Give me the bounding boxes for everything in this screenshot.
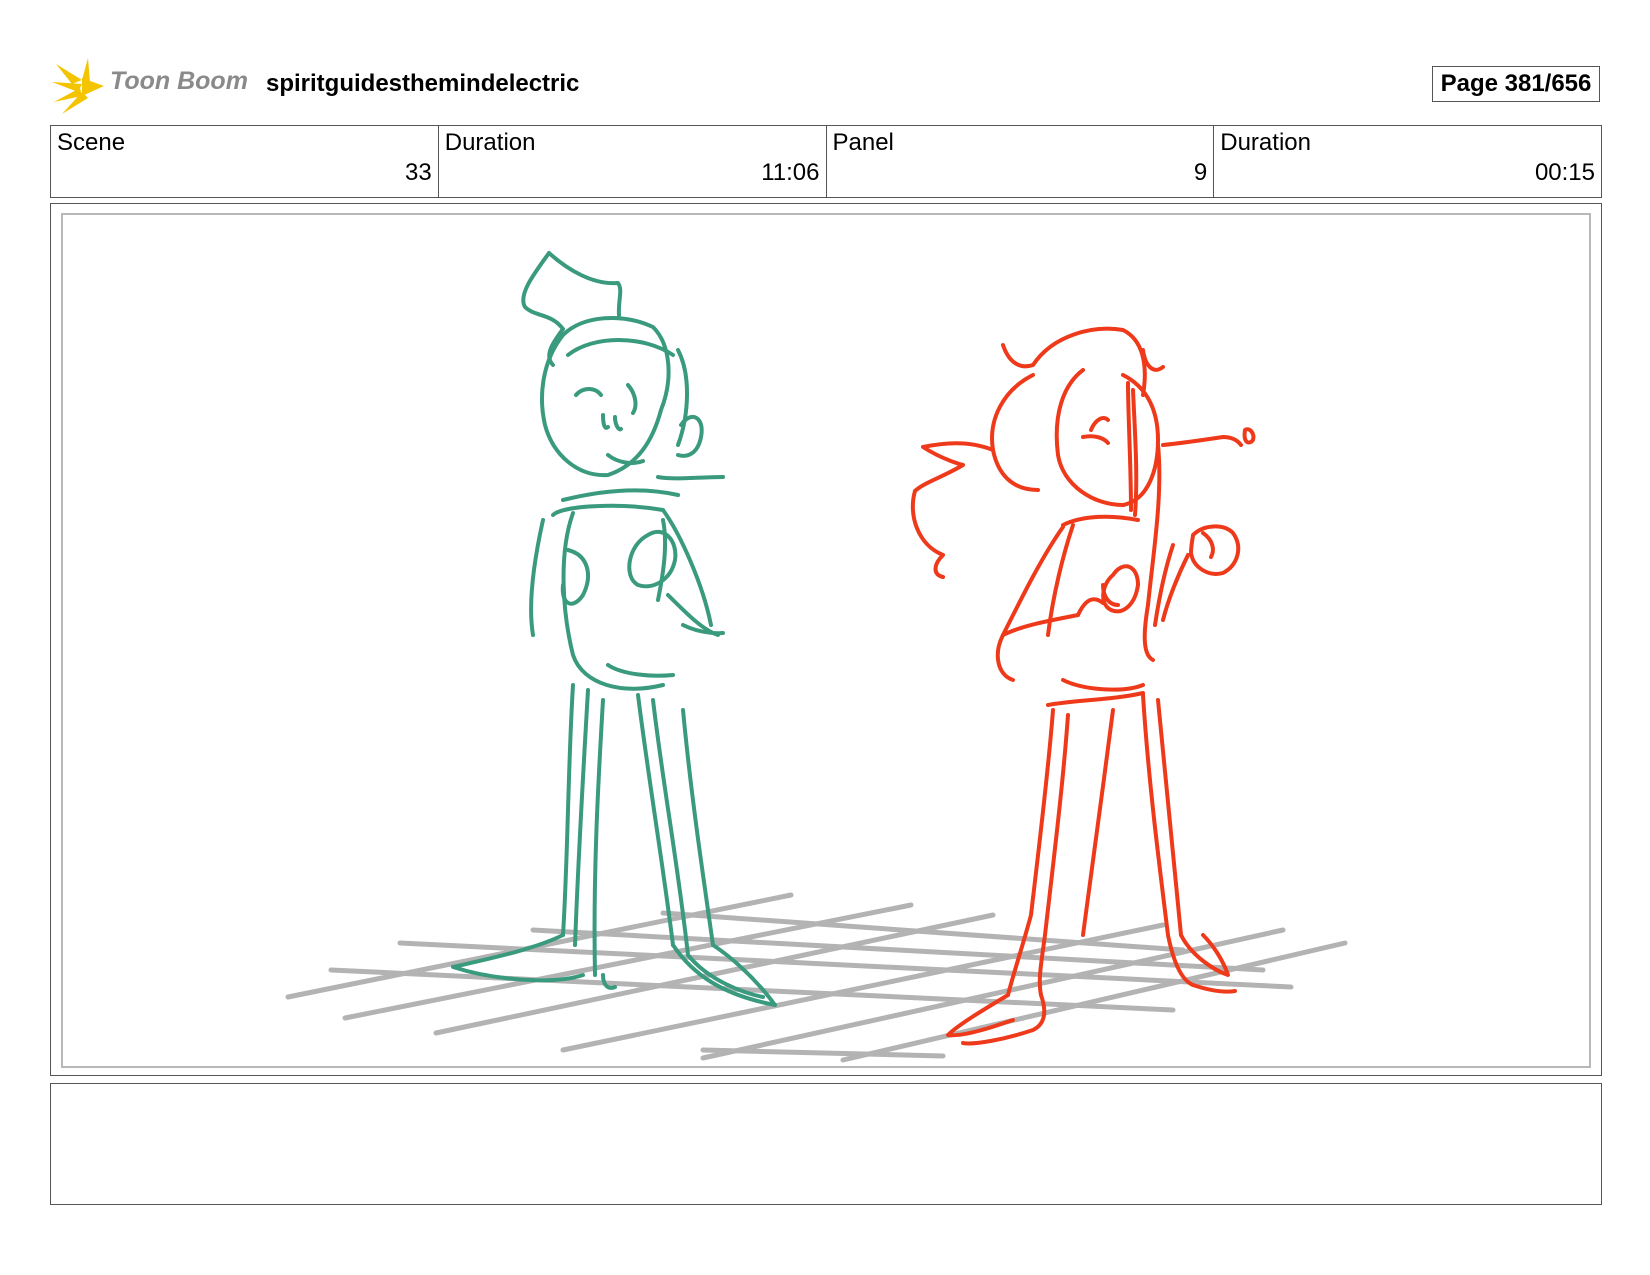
toon-boom-logo: Toon Boom <box>52 56 252 116</box>
panel-drawing-area <box>61 213 1591 1068</box>
panel-sketch <box>285 251 1348 1063</box>
starburst-icon <box>52 58 104 114</box>
panel-duration-value: 00:15 <box>1534 159 1595 186</box>
scene-duration-label: Duration <box>444 129 536 156</box>
floor-grid <box>285 892 1348 1063</box>
panel-label: Panel <box>832 129 894 156</box>
panel-value: 9 <box>1193 159 1208 186</box>
project-title: spiritguidesthemindelectric <box>266 70 580 97</box>
page-number: Page 381/656 <box>1432 66 1600 102</box>
storyboard-panel <box>50 203 1602 1076</box>
panel-notes-box <box>50 1083 1602 1205</box>
scene-label: Scene <box>57 129 126 156</box>
panel-info-table: Scene 33 Duration 11:06 Panel 9 Duration… <box>50 125 1602 198</box>
logo-text: Toon Boom <box>110 67 248 95</box>
panel-cell: Panel 9 <box>827 126 1215 197</box>
panel-duration-cell: Duration 00:15 <box>1214 126 1601 197</box>
scene-duration-value: 11:06 <box>761 159 820 186</box>
scene-duration-cell: Duration 11:06 <box>439 126 827 197</box>
scene-value: 33 <box>405 159 432 186</box>
teal-character-sketch <box>451 251 777 1007</box>
scene-cell: Scene 33 <box>51 126 439 197</box>
panel-duration-label: Duration <box>1220 129 1311 156</box>
